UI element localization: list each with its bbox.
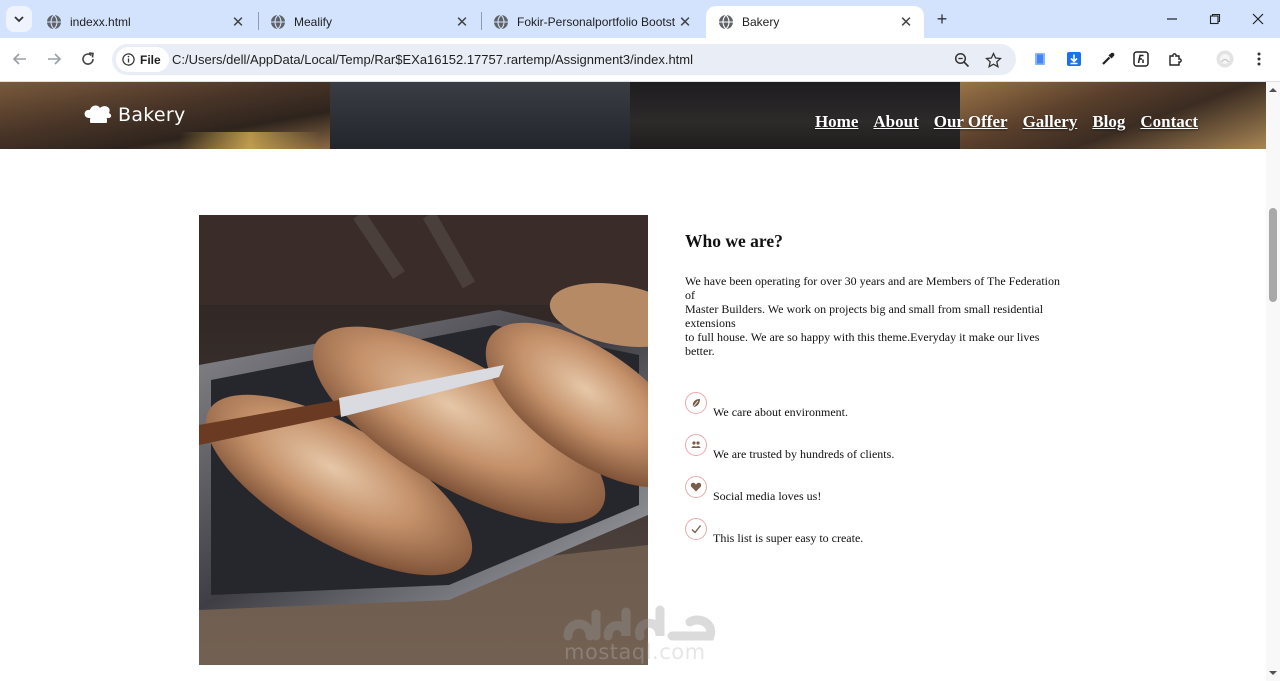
zoom-icon (954, 52, 970, 68)
feature-text: We care about environment. (713, 405, 848, 419)
feature-text: This list is super easy to create. (713, 531, 864, 545)
info-icon (122, 53, 135, 66)
leaf-icon (685, 392, 707, 414)
scroll-up-icon[interactable] (1269, 86, 1277, 94)
download-icon (1067, 52, 1081, 66)
extensions-button[interactable] (1165, 49, 1185, 69)
page-scrollbar[interactable] (1266, 82, 1280, 681)
close-icon[interactable]: ✕ (230, 14, 246, 31)
about-heading: Who we are? (685, 231, 783, 251)
tab-fokir[interactable]: Fokir-Personalportfolio Bootst ✕ (481, 6, 703, 38)
banner-window-image (330, 82, 630, 149)
back-button[interactable] (9, 48, 31, 70)
feature-text: We are trusted by hundreds of clients. (713, 447, 895, 461)
avatar-icon (1216, 50, 1234, 68)
url-text[interactable]: C:/Users/dell/AppData/Local/Temp/Rar$EXa… (172, 44, 693, 75)
tab-indexx[interactable]: indexx.html ✕ (34, 6, 256, 38)
globe-icon (271, 14, 285, 30)
site-logo[interactable]: Bakery (82, 104, 186, 126)
puzzle-icon (1169, 53, 1182, 66)
logo-text: Bakery (118, 104, 186, 126)
nav-link-home[interactable]: Home (815, 112, 858, 132)
nav-link-blog[interactable]: Blog (1092, 112, 1125, 132)
chevron-down-icon (14, 16, 24, 23)
tab-strip: indexx.html ✕ Mealify ✕ Fokir-Personalpo… (0, 0, 1280, 38)
document-icon (1035, 53, 1045, 65)
main-nav: Home About Our Offer Gallery Blog Contac… (815, 112, 1198, 132)
chip-label: File (140, 52, 161, 67)
close-window-button[interactable] (1236, 0, 1280, 38)
eyedropper-icon (1102, 52, 1115, 65)
list-item: We are trusted by hundreds of clients. (685, 434, 1065, 461)
header-banner: Bakery Home About Our Offer Gallery Blog… (0, 82, 1266, 149)
list-item: We care about environment. (685, 392, 1065, 419)
watermark-logo (563, 605, 716, 641)
address-bar[interactable]: File C:/Users/dell/AppData/Local/Temp/Ra… (112, 44, 1016, 75)
scroll-thumb[interactable] (1269, 208, 1277, 302)
page-viewport: Bakery Home About Our Offer Gallery Blog… (0, 82, 1266, 681)
restore-icon (1209, 13, 1221, 25)
reload-button[interactable] (77, 48, 99, 70)
arrow-right-icon (48, 53, 62, 65)
restore-button[interactable] (1193, 0, 1237, 38)
close-icon[interactable]: ✕ (677, 14, 693, 31)
new-tab-button[interactable]: + (932, 9, 952, 29)
minimize-icon (1167, 18, 1177, 20)
reload-icon (82, 52, 94, 65)
tab-title: indexx.html (70, 15, 131, 29)
nav-link-our-offer[interactable]: Our Offer (934, 112, 1008, 132)
tab-title: Fokir-Personalportfolio Bootst (517, 15, 676, 29)
feature-text: Social media loves us! (713, 489, 822, 503)
banner-light (180, 132, 320, 149)
tab-title: Bakery (742, 15, 780, 29)
star-icon (984, 51, 1002, 68)
globe-icon (47, 14, 61, 30)
bread-illustration (199, 215, 648, 665)
close-icon (1252, 13, 1264, 25)
kebab-menu-icon (1257, 52, 1261, 66)
scroll-down-icon[interactable] (1269, 669, 1277, 677)
list-item: This list is super easy to create. (685, 518, 1065, 545)
font-extension-button[interactable] (1131, 49, 1151, 69)
menu-button[interactable] (1249, 49, 1269, 69)
nav-link-contact[interactable]: Contact (1140, 112, 1198, 132)
nav-link-gallery[interactable]: Gallery (1023, 112, 1078, 132)
about-paragraph: We have been operating for over 30 years… (685, 274, 1060, 358)
list-item: Social media loves us! (685, 476, 1065, 503)
zoom-button[interactable] (952, 50, 972, 70)
watermark: mostaql.com (560, 600, 720, 670)
bookmark-button[interactable] (983, 50, 1003, 70)
browser-toolbar: File C:/Users/dell/AppData/Local/Temp/Ra… (0, 38, 1280, 82)
tab-title: Mealify (294, 15, 333, 29)
download-button[interactable] (1064, 49, 1084, 69)
globe-icon (494, 14, 508, 30)
nav-link-about[interactable]: About (873, 112, 918, 132)
forward-button[interactable] (43, 48, 65, 70)
tab-mealify[interactable]: Mealify ✕ (258, 6, 480, 38)
about-section: Who we are? We have been operating for o… (685, 231, 1065, 358)
font-icon (1133, 51, 1149, 67)
arrow-left-icon (12, 53, 26, 65)
tab-bakery[interactable]: Bakery ✕ (706, 6, 924, 38)
globe-icon (719, 14, 733, 30)
close-icon[interactable]: ✕ (454, 14, 470, 31)
check-icon (685, 518, 707, 540)
extension-button[interactable] (1030, 49, 1050, 69)
profile-button[interactable] (1215, 49, 1235, 69)
heart-icon (685, 476, 707, 498)
people-icon (685, 434, 707, 456)
watermark-text: mostaql.com (564, 640, 706, 664)
minimize-button[interactable] (1150, 0, 1194, 38)
eyedropper-button[interactable] (1098, 49, 1118, 69)
bread-photo (199, 215, 648, 665)
tab-search-button[interactable] (6, 6, 32, 32)
close-icon[interactable]: ✕ (898, 14, 914, 31)
site-info-chip[interactable]: File (116, 47, 169, 72)
chef-hat-icon (84, 105, 112, 123)
